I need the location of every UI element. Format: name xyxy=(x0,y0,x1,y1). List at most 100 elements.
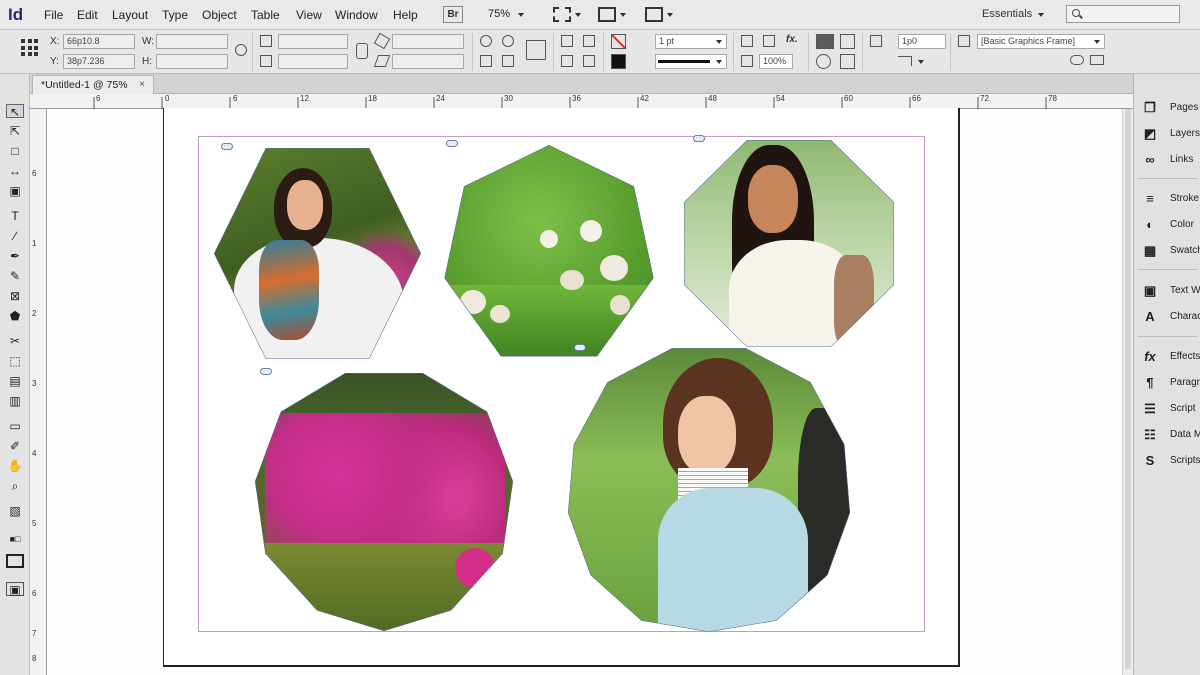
scissors-tool-icon[interactable]: ✂ xyxy=(6,334,24,348)
dodecagon-photo-frame[interactable] xyxy=(568,348,850,632)
pencil-tool-icon[interactable]: ✎ xyxy=(6,269,24,283)
normal-view-icon[interactable] xyxy=(6,554,24,568)
clear-overrides-icon[interactable] xyxy=(1070,55,1084,65)
flip-horizontal-icon[interactable] xyxy=(480,55,492,67)
content-collector-icon[interactable]: ▣ xyxy=(6,184,24,198)
screen-mode-tool-icon[interactable]: ▣ xyxy=(6,582,24,597)
horizontal-ruler[interactable]: 6 0 6 12 18 24 30 36 42 48 54 60 66 72 7… xyxy=(30,94,1133,109)
scale-x-field[interactable] xyxy=(278,34,348,49)
arrange-documents-chevron-icon[interactable] xyxy=(667,13,673,17)
fitting-content-icon[interactable] xyxy=(840,34,855,49)
fill-frame-icon[interactable] xyxy=(840,54,855,69)
rotation-angle-field[interactable] xyxy=(392,34,464,49)
menu-help[interactable]: Help xyxy=(393,8,418,22)
select-previous-icon[interactable] xyxy=(561,55,573,67)
panel-color[interactable]: ◐ Color xyxy=(1134,212,1200,238)
stroke-weight-chevron-icon[interactable] xyxy=(716,40,722,44)
fill-stroke-icon[interactable]: ▧ xyxy=(6,504,24,518)
reference-point-icon[interactable] xyxy=(21,39,39,57)
eyedropper-tool-icon[interactable]: ✐ xyxy=(6,439,24,453)
constrain-scale-icon[interactable] xyxy=(356,43,368,59)
zoom-chevron-down-icon[interactable] xyxy=(518,13,524,17)
panel-character[interactable]: A Character xyxy=(1134,304,1200,330)
menu-object[interactable]: Object xyxy=(202,8,237,22)
line-tool-icon[interactable]: ∕ xyxy=(6,229,24,243)
link-icon[interactable] xyxy=(221,143,233,150)
stroke-type-chevron-icon[interactable] xyxy=(716,60,722,64)
menu-edit[interactable]: Edit xyxy=(77,8,98,22)
zoom-level-dropdown[interactable]: 75% xyxy=(488,8,510,20)
opacity-percent-field[interactable]: 100% xyxy=(759,54,793,69)
apply-color-icon[interactable]: ■□ xyxy=(6,532,24,546)
arrange-documents-icon[interactable] xyxy=(645,7,663,22)
rectangle-frame-tool-icon[interactable]: ⊠ xyxy=(6,289,24,303)
rotate-cw-icon[interactable] xyxy=(480,35,492,47)
opacity-icon[interactable] xyxy=(741,35,753,47)
screen-mode-icon[interactable] xyxy=(598,7,616,22)
link-icon[interactable] xyxy=(260,368,272,375)
panel-script[interactable]: ☰ Script xyxy=(1134,396,1200,422)
panel-stroke[interactable]: ≡ Stroke xyxy=(1134,186,1200,212)
object-style-dropdown[interactable]: [Basic Graphics Frame] xyxy=(977,34,1105,49)
workspace-chevron-icon[interactable] xyxy=(1038,13,1044,17)
menu-layout[interactable]: Layout xyxy=(112,8,148,22)
auto-fit-icon[interactable] xyxy=(816,54,831,69)
select-next-icon[interactable] xyxy=(583,55,595,67)
direct-selection-tool-icon[interactable]: ⇱ xyxy=(6,124,24,138)
gradient-swatch-tool-icon[interactable]: ▤ xyxy=(6,374,24,388)
stroke-swatch-icon[interactable] xyxy=(611,54,626,69)
panel-data-merge[interactable]: ☷ Data Merge xyxy=(1134,422,1200,448)
panel-paragraph[interactable]: ¶ Paragraph xyxy=(1134,370,1200,396)
gap-tool-icon[interactable]: ↔ xyxy=(6,164,24,178)
workspace-switcher[interactable]: Essentials xyxy=(982,8,1032,20)
panel-layers[interactable]: ◩ Layers xyxy=(1134,121,1200,147)
drop-shadow-icon[interactable] xyxy=(763,35,775,47)
bridge-button[interactable]: Br xyxy=(443,6,463,23)
menu-window[interactable]: Window xyxy=(335,8,378,22)
scrollbar-thumb[interactable] xyxy=(1125,109,1131,669)
scale-y-field[interactable] xyxy=(278,54,348,69)
panel-menu-icon[interactable] xyxy=(1090,55,1104,65)
link-icon[interactable] xyxy=(693,135,705,142)
rotate-ccw-icon[interactable] xyxy=(502,35,514,47)
type-tool-icon[interactable]: T xyxy=(6,209,24,223)
search-input[interactable] xyxy=(1066,5,1180,23)
y-position-field[interactable]: 38p7.236 xyxy=(63,54,135,69)
vertical-scrollbar[interactable] xyxy=(1122,109,1133,675)
corner-options-icon[interactable] xyxy=(870,35,882,47)
hand-tool-icon[interactable]: ✋ xyxy=(6,459,24,473)
select-container-icon[interactable] xyxy=(561,35,573,47)
view-options-chevron-icon[interactable] xyxy=(575,13,581,17)
panel-swatches[interactable]: ▦ Swatches xyxy=(1134,238,1200,264)
pen-tool-icon[interactable]: ✒ xyxy=(6,249,24,263)
effects-fx-button[interactable]: fx. xyxy=(786,34,798,45)
constrain-proportions-icon[interactable] xyxy=(235,44,247,56)
panel-pages[interactable]: ❐ Pages xyxy=(1134,95,1200,121)
page-tool-icon[interactable]: □ xyxy=(6,144,24,158)
menu-view[interactable]: View xyxy=(296,8,322,22)
panel-scripts[interactable]: S Scripts xyxy=(1134,448,1200,474)
link-icon[interactable] xyxy=(574,344,586,351)
selection-tool-icon[interactable]: ↖ xyxy=(6,104,24,119)
zoom-tool-icon[interactable]: ⌕ xyxy=(6,479,24,493)
free-transform-tool-icon[interactable]: ⬚ xyxy=(6,354,24,368)
vertical-ruler[interactable]: 6 1 2 3 4 5 6 7 8 xyxy=(30,109,47,675)
object-style-chevron-icon[interactable] xyxy=(1094,40,1100,44)
select-content-icon[interactable] xyxy=(583,35,595,47)
fill-swatch-icon[interactable] xyxy=(611,34,626,49)
menu-file[interactable]: File xyxy=(44,8,63,22)
panel-links[interactable]: ∞ Links xyxy=(1134,147,1200,173)
gradient-feather-tool-icon[interactable]: ▥ xyxy=(6,394,24,408)
view-options-icon[interactable] xyxy=(553,7,571,22)
fitting-frame-icon[interactable] xyxy=(816,34,834,49)
menu-type[interactable]: Type xyxy=(162,8,188,22)
corner-size-field[interactable]: 1p0 xyxy=(898,34,946,49)
flip-vertical-icon[interactable] xyxy=(502,55,514,67)
shear-angle-field[interactable] xyxy=(392,54,464,69)
screen-mode-chevron-icon[interactable] xyxy=(620,13,626,17)
menu-table[interactable]: Table xyxy=(251,8,280,22)
corner-shape-icon[interactable] xyxy=(898,56,912,66)
width-field[interactable] xyxy=(156,34,228,49)
note-tool-icon[interactable]: ▭ xyxy=(6,419,24,433)
document-tab[interactable]: *Untitled-1 @ 75% × xyxy=(32,75,154,94)
